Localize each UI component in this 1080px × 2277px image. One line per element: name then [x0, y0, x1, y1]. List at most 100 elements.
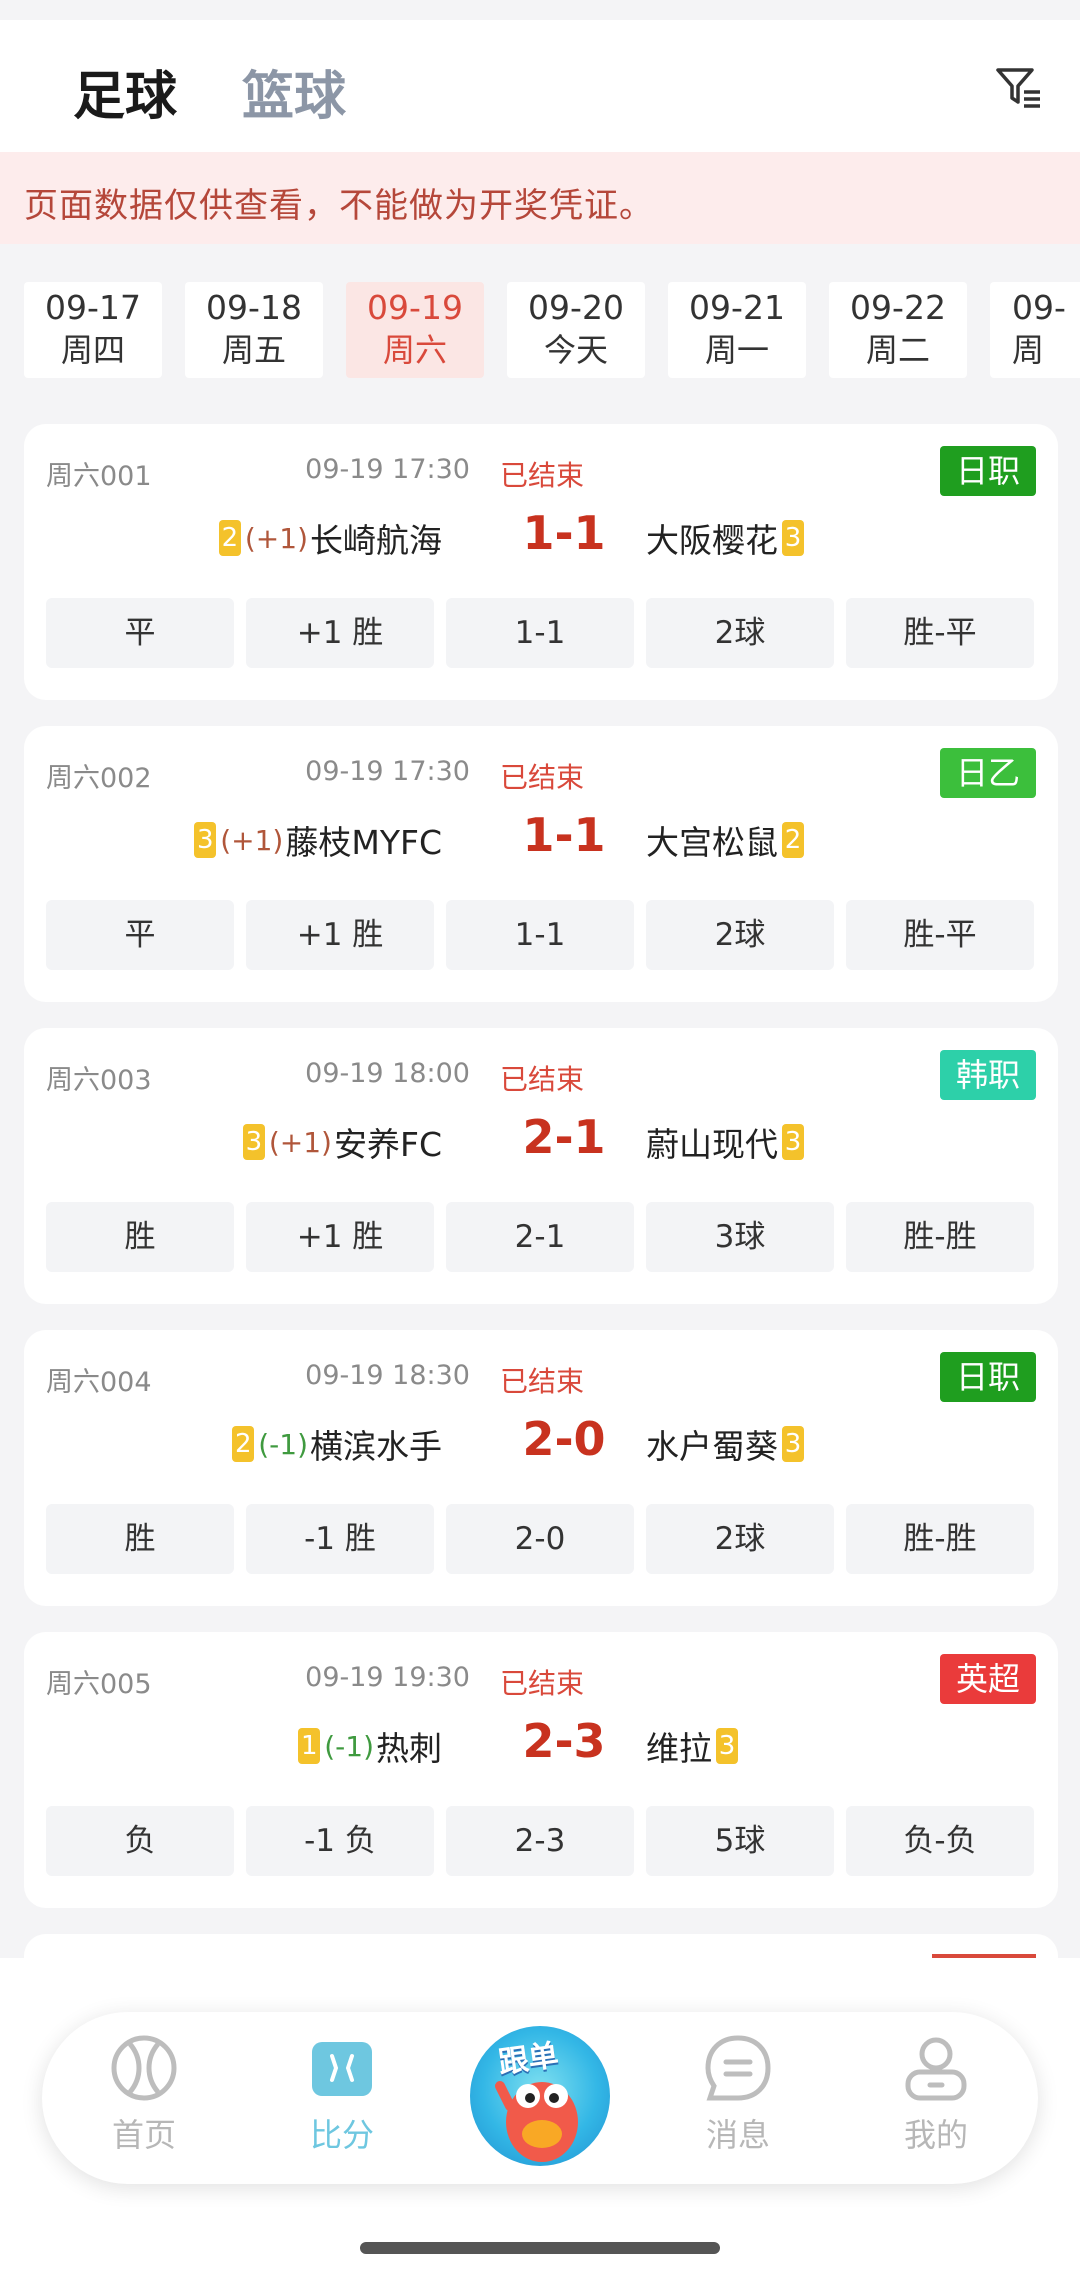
result-row: 平 +1 胜 1-1 2球 胜-平 [46, 598, 1036, 668]
handicap: (+1) [268, 1125, 332, 1159]
result-cell: 胜 [46, 1504, 234, 1574]
match-status: 已结束 [500, 1063, 585, 1096]
result-cell: 1-1 [446, 900, 634, 970]
match-status: 已结束 [500, 459, 585, 492]
match-time: 09-19 17:30 [305, 454, 470, 485]
match-time: 09-19 18:00 [305, 1058, 470, 1089]
result-row: 胜 +1 胜 2-1 3球 胜-胜 [46, 1202, 1036, 1272]
result-cell: 负 [46, 1806, 234, 1876]
away-team: 大宫松鼠 2 [646, 814, 808, 866]
result-cell: 2-3 [446, 1806, 634, 1876]
away-team: 水户蜀葵 3 [646, 1418, 808, 1470]
home-team: 3 (+1) 安养FC [239, 1116, 442, 1168]
nav-mine-label: 我的 [903, 2116, 968, 2154]
nav-home[interactable]: 首页 [84, 2032, 204, 2156]
away-team-name: 蔚山现代 [646, 1125, 778, 1164]
nav-messages-label: 消息 [705, 2116, 770, 2154]
date-item[interactable]: 09- 周 [990, 282, 1080, 378]
result-row: 胜 -1 胜 2-0 2球 胜-胜 [46, 1504, 1036, 1574]
result-cell: 平 [46, 598, 234, 668]
weekday-label: 周五 [221, 331, 286, 369]
date-label: 09-17 [45, 288, 141, 327]
league-badge: 英超 [939, 1654, 1036, 1704]
notice-text: 页面数据仅供查看，不能做为开奖凭证。 [24, 186, 654, 226]
weekday-label: 周二 [865, 331, 930, 369]
away-team-name: 大阪樱花 [646, 521, 778, 560]
result-cell: 胜-平 [846, 598, 1034, 668]
match-code: 周六005 [46, 1669, 152, 1700]
nav-home-label: 首页 [111, 2116, 176, 2154]
top-header: 足球 篮球 [0, 20, 1080, 152]
tab-football[interactable]: 足球 [73, 54, 177, 129]
result-cell: 胜-胜 [846, 1504, 1034, 1574]
weekday-label: 周四 [60, 331, 125, 369]
league-badge: 韩职 [939, 1050, 1036, 1100]
result-cell: -1 胜 [246, 1504, 434, 1574]
away-team: 维拉 3 [646, 1720, 742, 1772]
weekday-label: 周六 [382, 331, 447, 369]
handicap: (-1) [258, 1427, 308, 1461]
away-team-name: 维拉 [646, 1729, 712, 1768]
date-label: 09-18 [206, 288, 302, 327]
follow-button[interactable]: 跟单 [470, 2026, 610, 2166]
score: 1-1 [522, 506, 606, 560]
home-team: 3 (+1) 藤枝MYFC [190, 814, 442, 866]
nav-mine[interactable]: 我的 [876, 2032, 996, 2156]
home-team-name: 藤枝MYFC [285, 823, 442, 862]
date-selector: 09-17 周四 09-18 周五 09-19 周六 09-20 今天 09-2… [0, 282, 1080, 378]
follow-label: 跟单 [496, 2037, 561, 2081]
result-cell: 2-1 [446, 1202, 634, 1272]
result-cell: 负-负 [846, 1806, 1034, 1876]
away-rank-badge: 3 [782, 1124, 804, 1160]
match-status: 已结束 [500, 1667, 585, 1700]
result-cell: +1 胜 [246, 900, 434, 970]
date-label: 09-19 [367, 288, 463, 327]
date-item[interactable]: 09-20 今天 [507, 282, 645, 378]
result-cell: 平 [46, 900, 234, 970]
match-status: 已结束 [500, 1365, 585, 1398]
result-cell: 胜-平 [846, 900, 1034, 970]
score: 1-1 [522, 808, 606, 862]
match-code: 周六001 [46, 461, 152, 492]
match-card[interactable]: 周六005 09-19 19:30 已结束 英超 1 (-1) 热刺 2-3 维… [24, 1632, 1058, 1908]
home-rank-badge: 2 [218, 520, 241, 556]
match-card-partial [24, 1934, 1058, 1958]
date-item[interactable]: 09-17 周四 [24, 282, 162, 378]
match-status: 已结束 [500, 761, 585, 794]
nav-messages[interactable]: 消息 [678, 2032, 798, 2156]
date-label: 09-22 [850, 288, 946, 327]
date-label: 09-20 [528, 288, 624, 327]
away-rank-badge: 3 [716, 1728, 738, 1764]
away-team: 蔚山现代 3 [646, 1116, 808, 1168]
home-rank-badge: 3 [242, 1124, 265, 1160]
date-item[interactable]: 09-21 周一 [668, 282, 806, 378]
home-rank-badge: 1 [298, 1728, 321, 1764]
match-card[interactable]: 周六001 09-19 17:30 已结束 日职 2 (+1) 长崎航海 1-1… [24, 424, 1058, 700]
match-card[interactable]: 周六004 09-19 18:30 已结束 日职 2 (-1) 横滨水手 2-0… [24, 1330, 1058, 1606]
filter-icon[interactable] [994, 62, 1044, 112]
tab-basketball[interactable]: 篮球 [242, 54, 346, 129]
match-code: 周六003 [46, 1065, 152, 1096]
result-cell: 5球 [646, 1806, 834, 1876]
home-team-name: 安养FC [333, 1125, 442, 1164]
weekday-label: 今天 [543, 331, 608, 369]
match-card[interactable]: 周六003 09-19 18:00 已结束 韩职 3 (+1) 安养FC 2-1… [24, 1028, 1058, 1304]
home-team: 2 (+1) 长崎航海 [215, 512, 442, 564]
home-team-name: 长崎航海 [310, 521, 442, 560]
result-cell: -1 负 [246, 1806, 434, 1876]
nav-score[interactable]: 比分 [282, 2032, 402, 2156]
date-item[interactable]: 09-18 周五 [185, 282, 323, 378]
match-card[interactable]: 周六002 09-19 17:30 已结束 日乙 3 (+1) 藤枝MYFC 1… [24, 726, 1058, 1002]
result-cell: 1-1 [446, 598, 634, 668]
match-time: 09-19 17:30 [305, 756, 470, 787]
result-cell: 3球 [646, 1202, 834, 1272]
home-team: 2 (-1) 横滨水手 [228, 1418, 442, 1470]
weekday-label: 周一 [704, 331, 769, 369]
league-badge: 日职 [939, 1352, 1036, 1402]
away-rank-badge: 3 [782, 1426, 804, 1462]
date-item[interactable]: 09-22 周二 [829, 282, 967, 378]
date-item-selected[interactable]: 09-19 周六 [346, 282, 484, 378]
result-cell: 胜-胜 [846, 1202, 1034, 1272]
result-cell: 2球 [646, 598, 834, 668]
match-time: 09-19 18:30 [305, 1360, 470, 1391]
